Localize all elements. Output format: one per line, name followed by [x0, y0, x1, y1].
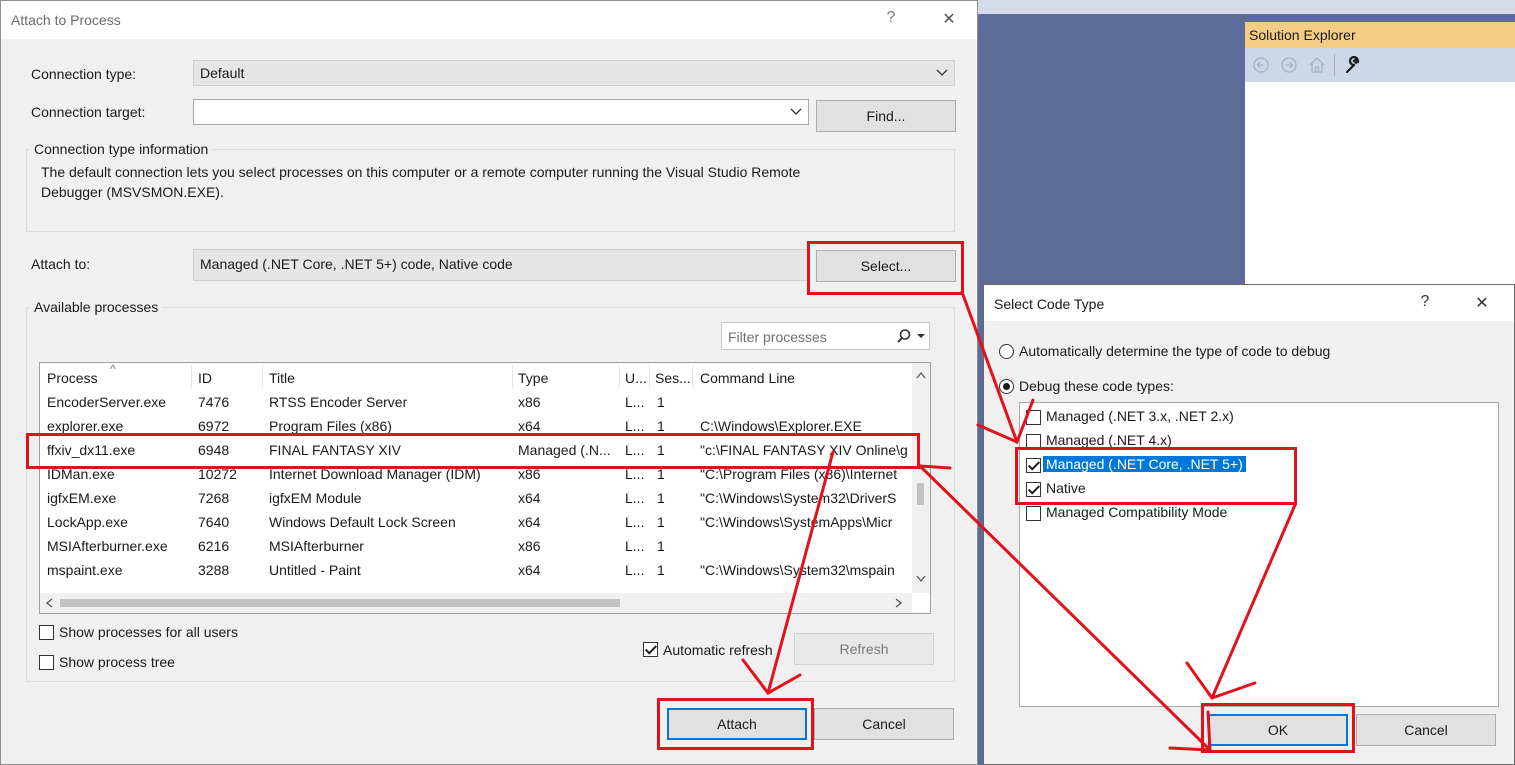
- arrow-select-to-codetype: [960, 290, 1035, 445]
- arrow-codetypes-to-ok: [1185, 503, 1297, 700]
- arrow-row-extension: [918, 464, 952, 470]
- annotation-arrows: [741, 290, 1297, 752]
- arrow-row-to-attach: [741, 450, 835, 695]
- arrow-row-to-ok: [918, 464, 1212, 752]
